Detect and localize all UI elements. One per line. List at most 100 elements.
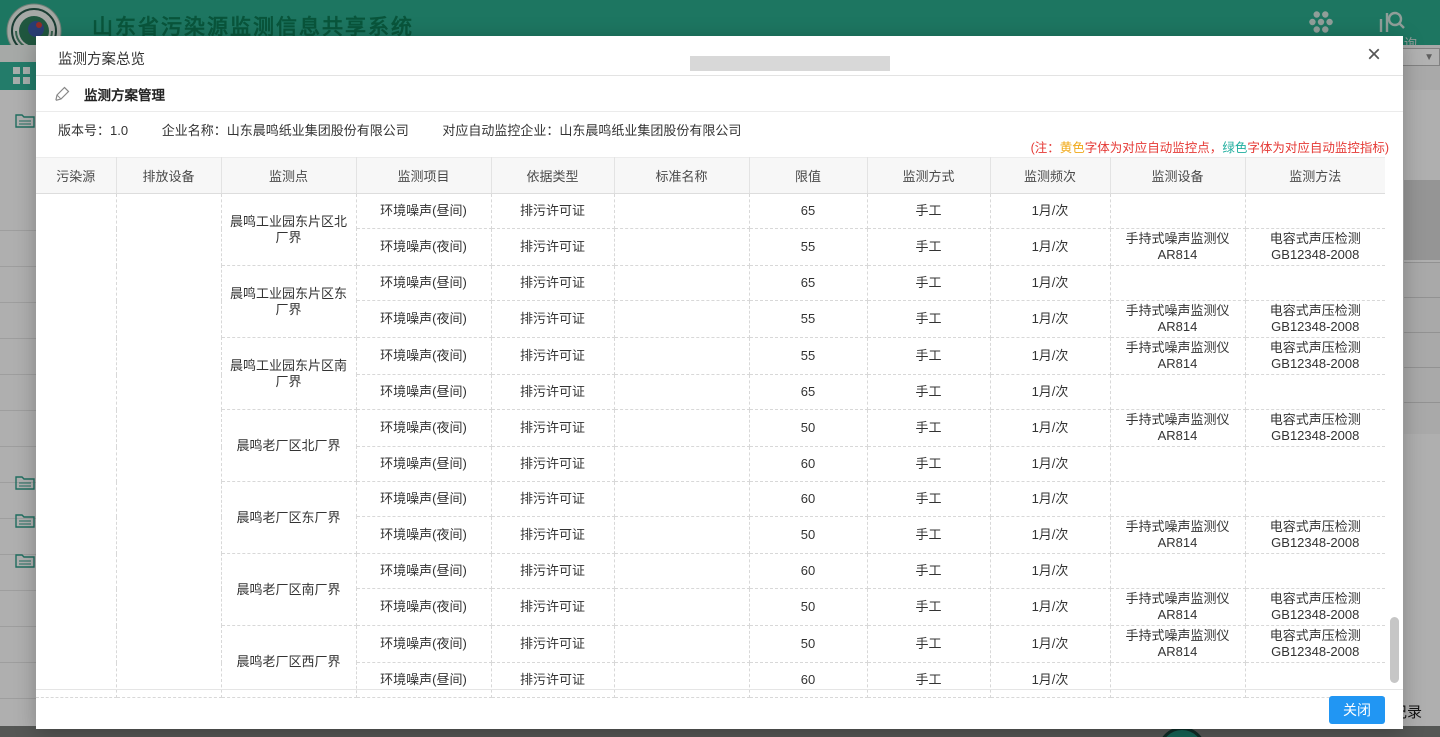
limit-value-cell: 50: [749, 517, 867, 554]
monitoring-frequency-cell: 1月/次: [990, 626, 1110, 663]
monitoring-item-cell: 环境噪声(昼间): [356, 447, 491, 482]
monitoring-method-cell-line: 电容式声压检测: [1250, 340, 1382, 356]
column-header-monitoring-mode: 监测方式: [867, 158, 990, 194]
monitoring-device-cell: 手持式噪声监测仪AR814: [1110, 338, 1245, 375]
monitoring-device-cell-line: AR814: [1115, 607, 1241, 623]
monitoring-frequency-cell: 1月/次: [990, 554, 1110, 589]
modal-scrollbar-thumb[interactable]: [1390, 617, 1399, 683]
table-row: 晨鸣老厂区西厂界环境噪声(夜间)排污许可证50手工1月/次手持式噪声监测仪AR8…: [36, 626, 1385, 663]
monitoring-device-cell-line: 手持式噪声监测仪: [1115, 303, 1241, 319]
basis-type-cell: 排污许可证: [491, 410, 614, 447]
limit-value-cell: 65: [749, 194, 867, 229]
monitoring-method-cell-line: GB12348-2008: [1250, 356, 1382, 372]
monitoring-method-cell: [1245, 266, 1385, 301]
monitoring-point-cell: 晨鸣工业园东片区南厂界: [221, 338, 356, 410]
standard-name-cell: [614, 375, 749, 410]
monitoring-device-cell-line: AR814: [1115, 319, 1241, 335]
monitoring-table-wrap: 污染源排放设备监测点监测项目依据类型标准名称限值监测方式监测频次监测设备监测方法…: [36, 157, 1385, 698]
monitoring-mode-cell: 手工: [867, 554, 990, 589]
table-body: 晨鸣工业园东片区北厂界环境噪声(昼间)排污许可证65手工1月/次环境噪声(夜间)…: [36, 194, 1385, 698]
monitoring-method-cell-line: GB12348-2008: [1250, 535, 1382, 551]
basis-type-cell: 排污许可证: [491, 554, 614, 589]
close-button[interactable]: 关闭: [1329, 696, 1385, 724]
standard-name-cell: [614, 626, 749, 663]
monitoring-plan-modal: 监测方案总览 × 监测方案管理 版本号：1.0 企业名称：山东晨鸣纸业集团股份有…: [36, 36, 1403, 729]
column-header-standard-name: 标准名称: [614, 158, 749, 194]
monitoring-method-cell: [1245, 554, 1385, 589]
column-header-monitoring-item: 监测项目: [356, 158, 491, 194]
monitoring-method-cell: 电容式声压检测GB12348-2008: [1245, 338, 1385, 375]
column-header-monitoring-method: 监测方法: [1245, 158, 1385, 194]
monitoring-frequency-cell: 1月/次: [990, 375, 1110, 410]
monitoring-device-cell-line: 手持式噪声监测仪: [1115, 231, 1241, 247]
monitoring-mode-cell: 手工: [867, 447, 990, 482]
monitoring-method-cell-line: 电容式声压检测: [1250, 412, 1382, 428]
table-row: 晨鸣老厂区南厂界环境噪声(昼间)排污许可证60手工1月/次: [36, 554, 1385, 589]
table-row: 晨鸣工业园东片区北厂界环境噪声(昼间)排污许可证65手工1月/次: [36, 194, 1385, 229]
limit-value-cell: 55: [749, 229, 867, 266]
standard-name-cell: [614, 589, 749, 626]
company-text: 企业名称：山东晨鸣纸业集团股份有限公司: [162, 123, 409, 138]
monitoring-item-cell: 环境噪声(夜间): [356, 626, 491, 663]
monitoring-table: 污染源排放设备监测点监测项目依据类型标准名称限值监测方式监测频次监测设备监测方法…: [36, 157, 1385, 698]
monitoring-mode-cell: 手工: [867, 229, 990, 266]
close-icon[interactable]: ×: [1359, 40, 1389, 70]
monitoring-point-cell: 晨鸣工业园东片区北厂界: [221, 194, 356, 266]
monitoring-item-cell: 环境噪声(夜间): [356, 517, 491, 554]
basis-type-cell: 排污许可证: [491, 301, 614, 338]
monitoring-device-cell-line: 手持式噪声监测仪: [1115, 412, 1241, 428]
monitoring-item-cell: 环境噪声(昼间): [356, 266, 491, 301]
monitoring-mode-cell: 手工: [867, 194, 990, 229]
column-header-monitoring-frequency: 监测频次: [990, 158, 1110, 194]
monitoring-method-cell: 电容式声压检测GB12348-2008: [1245, 229, 1385, 266]
monitoring-mode-cell: 手工: [867, 338, 990, 375]
monitoring-device-cell: 手持式噪声监测仪AR814: [1110, 626, 1245, 663]
table-row: 晨鸣工业园东片区东厂界环境噪声(昼间)排污许可证65手工1月/次: [36, 266, 1385, 301]
table-header-row: 污染源排放设备监测点监测项目依据类型标准名称限值监测方式监测频次监测设备监测方法: [36, 158, 1385, 194]
monitoring-mode-cell: 手工: [867, 375, 990, 410]
basis-type-cell: 排污许可证: [491, 338, 614, 375]
standard-name-cell: [614, 410, 749, 447]
modal-title: 监测方案总览: [58, 48, 145, 69]
monitoring-method-cell: 电容式声压检测GB12348-2008: [1245, 626, 1385, 663]
monitoring-method-cell-line: GB12348-2008: [1250, 247, 1382, 263]
standard-name-cell: [614, 517, 749, 554]
plan-info-row: 版本号：1.0 企业名称：山东晨鸣纸业集团股份有限公司 对应自动监控企业：山东晨…: [36, 112, 1403, 157]
note-middle: 字体为对应自动监控点，: [1085, 141, 1223, 155]
monitoring-method-cell-line: GB12348-2008: [1250, 644, 1382, 660]
limit-value-cell: 55: [749, 301, 867, 338]
monitoring-frequency-cell: 1月/次: [990, 410, 1110, 447]
monitoring-method-cell: [1245, 482, 1385, 517]
monitoring-method-cell: [1245, 375, 1385, 410]
standard-name-cell: [614, 447, 749, 482]
basis-type-cell: 排污许可证: [491, 482, 614, 517]
monitoring-mode-cell: 手工: [867, 266, 990, 301]
monitoring-method-cell-line: 电容式声压检测: [1250, 519, 1382, 535]
monitoring-device-cell-line: AR814: [1115, 247, 1241, 263]
limit-value-cell: 50: [749, 410, 867, 447]
limit-value-cell: 60: [749, 482, 867, 517]
column-header-basis-type: 依据类型: [491, 158, 614, 194]
monitoring-device-cell: [1110, 447, 1245, 482]
basis-type-cell: 排污许可证: [491, 266, 614, 301]
limit-value-cell: 50: [749, 626, 867, 663]
monitoring-device-cell: [1110, 375, 1245, 410]
monitoring-device-cell-line: 手持式噪声监测仪: [1115, 519, 1241, 535]
limit-value-cell: 60: [749, 447, 867, 482]
note-suffix: 字体为对应自动监控指标): [1247, 141, 1389, 155]
monitoring-frequency-cell: 1月/次: [990, 517, 1110, 554]
monitoring-point-cell: 晨鸣老厂区北厂界: [221, 410, 356, 482]
section-header: 监测方案管理: [36, 76, 1403, 112]
monitoring-device-cell-line: AR814: [1115, 644, 1241, 660]
limit-value-cell: 50: [749, 589, 867, 626]
monitoring-method-cell-line: 电容式声压检测: [1250, 303, 1382, 319]
ghost-box: [690, 56, 890, 71]
limit-value-cell: 55: [749, 338, 867, 375]
modal-titlebar: 监测方案总览 ×: [36, 36, 1403, 76]
monitoring-device-cell: [1110, 482, 1245, 517]
table-row: 晨鸣工业园东片区南厂界环境噪声(夜间)排污许可证55手工1月/次手持式噪声监测仪…: [36, 338, 1385, 375]
basis-type-cell: 排污许可证: [491, 626, 614, 663]
basis-type-cell: 排污许可证: [491, 194, 614, 229]
limit-value-cell: 65: [749, 266, 867, 301]
monitoring-device-cell: 手持式噪声监测仪AR814: [1110, 301, 1245, 338]
